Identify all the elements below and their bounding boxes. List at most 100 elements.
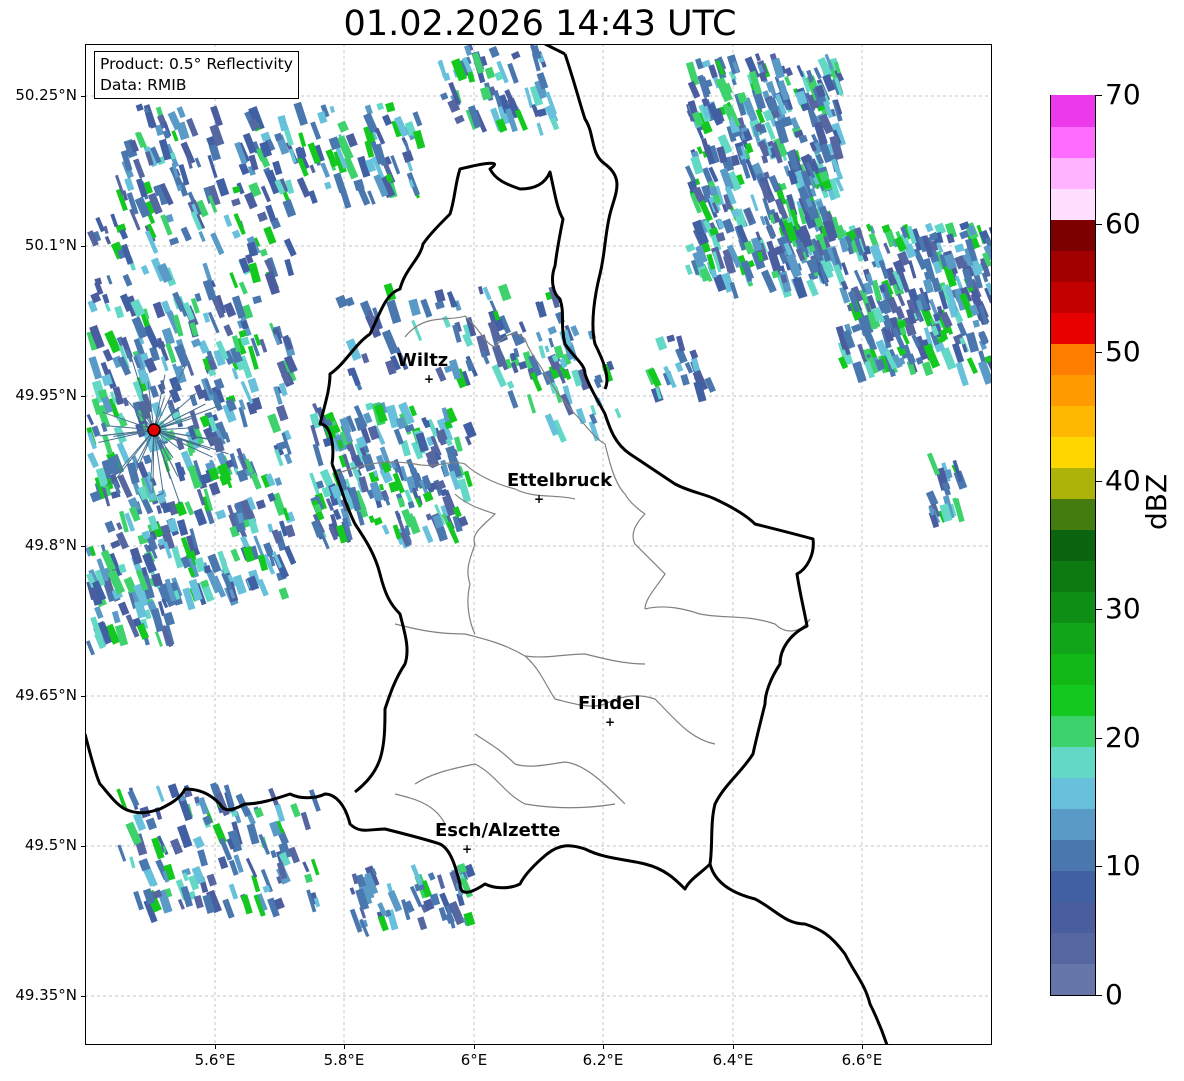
- radar-echo-cell: [210, 105, 223, 127]
- radar-echo-cell: [300, 811, 311, 831]
- lat-label: 49.5°N: [24, 836, 77, 854]
- radar-echo-cell: [614, 407, 622, 419]
- radar-echo-cell: [442, 315, 451, 328]
- colorbar: [1050, 95, 1096, 996]
- radar-echo-cell: [169, 838, 183, 855]
- colorbar-segment: [1051, 901, 1095, 933]
- radar-echo-cell: [259, 248, 268, 257]
- lon-tick: [733, 1045, 734, 1049]
- radar-echo-cell: [284, 453, 293, 465]
- radar-echo-cell: [240, 894, 253, 915]
- colorbar-tick: [1096, 609, 1102, 610]
- radar-echo-cell: [127, 789, 140, 807]
- radar-echo-cell: [174, 343, 191, 368]
- radar-echo-cell: [454, 114, 465, 125]
- colorbar-segment: [1051, 498, 1095, 530]
- radar-echo-cell: [284, 258, 295, 277]
- radar-echo-cell: [229, 272, 239, 289]
- colorbar-segment: [1051, 932, 1095, 964]
- radar-echo-cell: [896, 292, 906, 307]
- radar-echo-cell: [925, 490, 939, 507]
- radar-echo-cell: [655, 335, 668, 351]
- colorbar-segment: [1051, 808, 1095, 840]
- colorbar-segment: [1051, 343, 1095, 375]
- radar-echo-cell: [806, 278, 819, 297]
- radar-echo-cell: [240, 319, 249, 330]
- radar-map[interactable]: + Wiltz + Ettelbruck + Findel + Esch/Alzette: [85, 44, 992, 1045]
- radar-echo-cell: [309, 164, 316, 174]
- radar-echo-cell: [110, 213, 119, 228]
- radar-echo-cell: [750, 194, 759, 212]
- radar-echo-cell: [361, 453, 376, 472]
- radar-echo-cell: [434, 288, 446, 303]
- radar-echo-cell: [245, 857, 258, 878]
- radar-echo-cell: [310, 121, 322, 140]
- radar-echo-cell: [129, 547, 143, 565]
- radar-echo-cell: [215, 177, 230, 197]
- radar-echo-cell: [283, 238, 297, 257]
- colorbar-tick: [1096, 352, 1102, 353]
- radar-echo-cell: [312, 443, 324, 467]
- radar-echo-cell: [198, 230, 206, 243]
- radar-echo-cell: [924, 222, 934, 233]
- radar-echo-cell: [544, 345, 550, 353]
- radar-echo-cell: [339, 188, 352, 209]
- radar-echo-cell: [223, 324, 234, 337]
- colorbar-tick: [1096, 481, 1102, 482]
- radar-echo-cell: [401, 149, 414, 163]
- radar-echo-cell: [246, 823, 260, 845]
- radar-echo-cell: [403, 140, 410, 152]
- lon-tick: [862, 1045, 863, 1049]
- radar-echo-cell: [381, 524, 390, 535]
- radar-echo-cell: [841, 262, 849, 276]
- radar-echo-cell: [222, 898, 235, 919]
- radar-echo-cell: [408, 298, 421, 317]
- radar-echo-cell: [223, 214, 233, 228]
- colorbar-label: 70: [1105, 78, 1141, 111]
- lat-label: 49.95°N: [15, 386, 77, 404]
- radar-echo-cell: [908, 260, 917, 279]
- radar-echo-cell: [282, 199, 297, 218]
- lat-tick: [81, 246, 85, 247]
- radar-echo-cell: [202, 262, 213, 283]
- radar-echo-cell: [462, 421, 477, 439]
- radar-echo-cell: [260, 185, 271, 203]
- lon-label: 6.4°E: [712, 1051, 754, 1069]
- lat-tick: [81, 396, 85, 397]
- lat-tick: [81, 696, 85, 697]
- radar-echo-cell: [123, 576, 137, 594]
- colorbar-segment: [1051, 219, 1095, 251]
- radar-echo-cell: [154, 631, 163, 647]
- radar-echo-cell: [193, 894, 204, 909]
- radar-echo-cell: [684, 264, 693, 276]
- radar-echo-cell: [133, 890, 144, 911]
- radar-echo-cell: [106, 274, 113, 285]
- radar-echo-cell: [231, 229, 241, 239]
- radar-echo-cell: [210, 232, 225, 256]
- radar-echo-cell: [155, 785, 165, 802]
- radar-echo-cell: [228, 883, 239, 900]
- radar-echo-cell: [680, 373, 690, 386]
- radar-echo-cell: [390, 155, 401, 175]
- colorbar-segment: [1051, 312, 1095, 344]
- lon-tick: [344, 1045, 345, 1049]
- radar-echo-cell: [926, 452, 941, 476]
- colorbar-segment: [1051, 126, 1095, 158]
- radar-echo-cell: [298, 132, 307, 148]
- lon-tick: [474, 1045, 475, 1049]
- city-marker-icon: +: [462, 842, 472, 856]
- radar-echo-cell: [198, 797, 209, 815]
- radar-echo-cell: [122, 273, 133, 287]
- radar-echo-cell: [813, 67, 822, 80]
- radar-echo-cell: [420, 298, 433, 318]
- radar-echo-cell: [248, 262, 262, 284]
- radar-echo-cell: [666, 334, 676, 343]
- radar-echo-cell: [129, 856, 136, 869]
- radar-echo-cell: [308, 190, 318, 204]
- radar-echo-cell: [417, 916, 428, 931]
- radar-echo-cell: [117, 844, 127, 862]
- radar-echo-cell: [731, 78, 737, 86]
- radar-echo-cell: [87, 452, 99, 469]
- colorbar-segment: [1051, 374, 1095, 406]
- colorbar-segment: [1051, 405, 1095, 437]
